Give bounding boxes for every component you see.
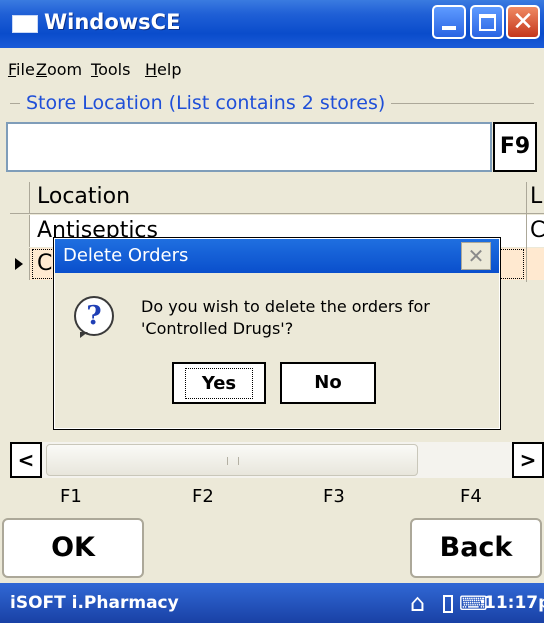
column-header-2[interactable]: L	[530, 184, 542, 209]
row-marker	[10, 248, 30, 280]
ok-button[interactable]: OK	[2, 518, 144, 578]
yes-button[interactable]: Yes	[172, 362, 266, 404]
title-bar: WindowsCE ✕	[0, 0, 544, 48]
current-row-arrow-icon	[15, 258, 23, 270]
menu-file[interactable]: File	[8, 60, 35, 79]
cell-location: C	[37, 251, 53, 276]
delete-orders-dialog: Delete Orders ✕ ? Do you wish to delete …	[53, 237, 501, 430]
minimize-button[interactable]	[432, 5, 466, 39]
dialog-title-bar: Delete Orders ✕	[55, 239, 499, 273]
store-search-input[interactable]	[6, 122, 492, 172]
column-header-location[interactable]: Location	[37, 184, 130, 209]
home-icon[interactable]: ⌂	[410, 589, 425, 617]
maximize-icon	[479, 14, 496, 31]
close-button[interactable]: ✕	[506, 5, 540, 39]
store-location-group-title: Store Location (List contains 2 stores)	[20, 92, 392, 114]
window-title: WindowsCE	[44, 10, 181, 34]
f1-label: F1	[60, 486, 82, 507]
yes-button-label: Yes	[184, 368, 254, 399]
clock[interactable]: 11:17p	[484, 593, 544, 613]
menu-bar: File Zoom Tools Help	[0, 48, 544, 84]
column-divider	[526, 182, 527, 282]
minimize-icon	[442, 26, 456, 30]
menu-tools[interactable]: Tools	[91, 60, 130, 79]
f3-label: F3	[323, 486, 345, 507]
row-marker	[10, 215, 30, 247]
taskbar: iSOFT i.Pharmacy ⌂ ⌨ 11:17p	[0, 583, 544, 623]
battery-icon[interactable]	[443, 595, 453, 613]
windows-logo-icon	[12, 15, 38, 33]
f2-label: F2	[192, 486, 214, 507]
maximize-button[interactable]	[470, 5, 504, 39]
dialog-title: Delete Orders	[63, 245, 189, 266]
scroll-left-button[interactable]: <	[10, 442, 42, 478]
close-icon: ✕	[512, 7, 534, 37]
scroll-right-button[interactable]: >	[512, 442, 544, 478]
scrollbar-thumb[interactable]	[46, 444, 418, 476]
f9-button[interactable]: F9	[493, 122, 537, 172]
cell-col2: C	[530, 218, 544, 243]
no-button[interactable]: No	[280, 362, 376, 404]
taskbar-app-name[interactable]: iSOFT i.Pharmacy	[10, 593, 179, 613]
f4-label: F4	[460, 486, 482, 507]
horizontal-scrollbar[interactable]: < >	[10, 442, 544, 478]
dialog-message: Do you wish to delete the orders for 'Co…	[141, 297, 430, 338]
back-button[interactable]: Back	[410, 518, 542, 578]
grid-header: Location L	[10, 182, 544, 214]
menu-zoom[interactable]: Zoom	[36, 60, 82, 79]
dialog-close-icon[interactable]: ✕	[461, 242, 491, 270]
grid-corner	[10, 182, 30, 214]
menu-help[interactable]: Help	[145, 60, 181, 79]
grip-icon	[227, 457, 239, 465]
question-icon: ?	[74, 296, 114, 338]
